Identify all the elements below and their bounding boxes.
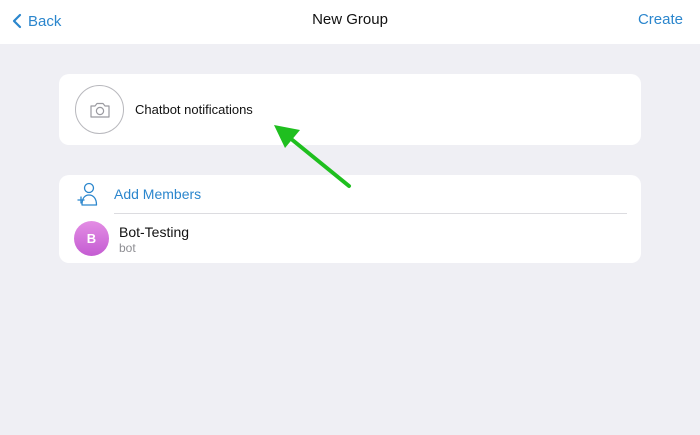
group-name-input[interactable] xyxy=(135,98,615,120)
avatar: B xyxy=(74,221,109,256)
navigation-bar: Back New Group Create xyxy=(0,0,700,44)
camera-icon xyxy=(89,102,110,118)
member-name: Bot-Testing xyxy=(119,224,190,240)
add-user-icon xyxy=(77,182,98,206)
set-photo-button[interactable] xyxy=(75,85,124,134)
add-members-label: Add Members xyxy=(114,186,202,202)
create-button[interactable]: Create xyxy=(638,11,683,28)
arrow-icon xyxy=(274,125,351,188)
member-row[interactable]: B Bot-Testing bot xyxy=(59,214,641,263)
member-status: bot xyxy=(119,241,136,255)
page-title: New Group xyxy=(312,11,388,28)
